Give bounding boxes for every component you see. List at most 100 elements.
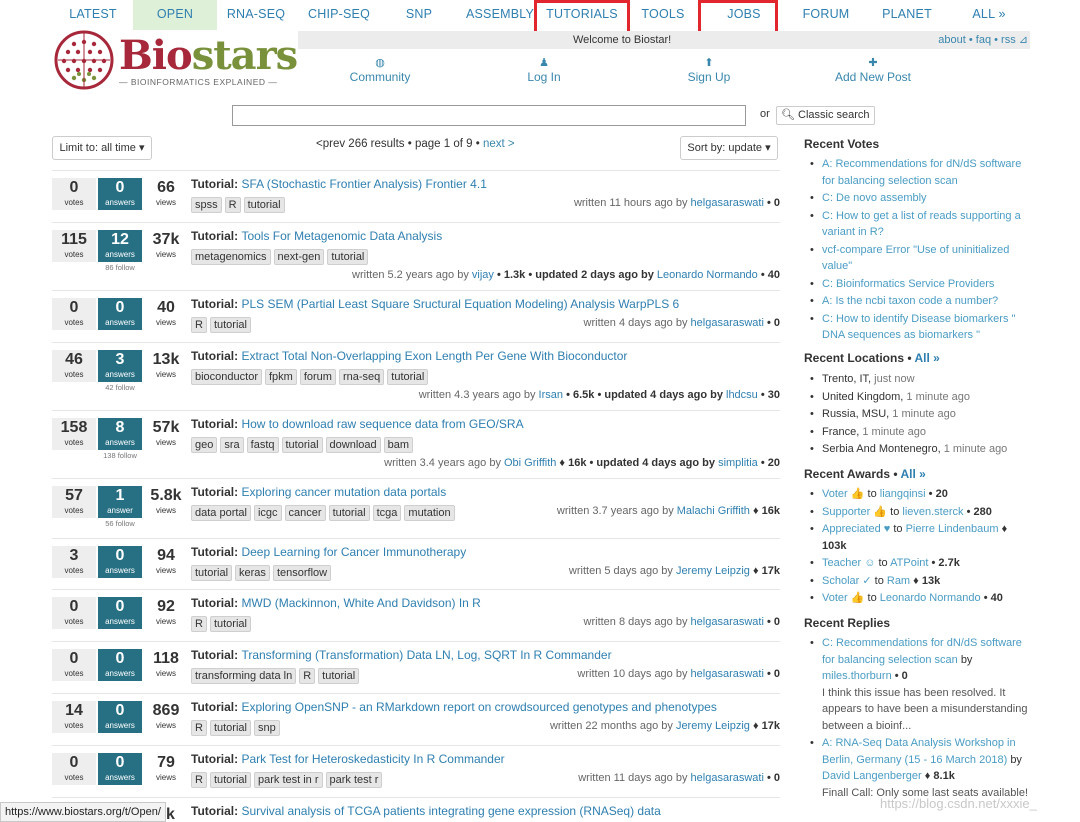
award-user-link[interactable]: liangqinsi — [880, 488, 926, 500]
tag[interactable]: park test r — [325, 772, 383, 788]
author-link[interactable]: Malachi Griffith — [677, 505, 750, 517]
tag[interactable]: tutorial — [209, 720, 251, 736]
post-title-link[interactable]: PLS SEM (Partial Least Square Sructural … — [241, 297, 679, 311]
tag[interactable]: R — [191, 720, 207, 736]
tag[interactable]: park test in r — [253, 772, 323, 788]
rss-link[interactable]: rss — [1001, 34, 1016, 46]
tag[interactable]: bam — [383, 437, 414, 453]
tag[interactable]: tensorflow — [272, 565, 332, 581]
tag[interactable]: geo — [191, 437, 218, 453]
award-user-link[interactable]: Pierre Lindenbaum — [906, 523, 999, 535]
tag[interactable]: tcga — [372, 505, 402, 521]
post-title-link[interactable]: Transforming (Transformation) Data LN, L… — [241, 648, 611, 662]
post-title-link[interactable]: MWD (Mackinnon, White And Davidson) In R — [241, 596, 480, 610]
post-title-link[interactable]: Survival analysis of TCGA patients integ… — [241, 804, 660, 818]
tag[interactable]: tutorial — [209, 317, 251, 333]
recent-vote-link[interactable]: C: De novo assembly — [822, 192, 927, 204]
add-new-post-link[interactable]: ✚ Add New Post — [823, 56, 923, 84]
login-link[interactable]: ♟ Log In — [494, 56, 594, 84]
tag[interactable]: rna-seq — [338, 369, 385, 385]
post-title-link[interactable]: Deep Learning for Cancer Immunotherapy — [241, 545, 466, 559]
tag[interactable]: bioconductor — [191, 369, 262, 385]
award-link[interactable]: Appreciated — [822, 523, 884, 535]
author-link[interactable]: Irsan — [539, 389, 563, 401]
faq-link[interactable]: faq — [976, 34, 991, 46]
nav-latest[interactable]: LATEST — [60, 0, 126, 30]
tag[interactable]: R — [191, 616, 207, 632]
biostars-logo[interactable]: Biostars — BIOINFORMATICS EXPLAINED — — [54, 28, 298, 94]
reply-user-link[interactable]: miles.thorburn — [822, 670, 892, 682]
tag[interactable]: fastq — [246, 437, 279, 453]
award-user-link[interactable]: Leonardo Normando — [880, 592, 981, 604]
author-link[interactable]: helgasaraswati — [691, 197, 764, 209]
nav-rna-seq[interactable]: RNA-SEQ — [222, 0, 290, 30]
award-link[interactable]: Voter — [822, 488, 851, 500]
tag[interactable]: R — [191, 317, 207, 333]
reply-title-link[interactable]: A: RNA-Seq Data Analysis Workshop in Ber… — [822, 737, 1016, 766]
post-title-link[interactable]: Tools For Metagenomic Data Analysis — [241, 229, 442, 243]
tag[interactable]: forum — [299, 369, 336, 385]
author-link[interactable]: vijay — [472, 269, 494, 281]
recent-vote-link[interactable]: A: Recommendations for dN/dS software fo… — [822, 158, 1021, 187]
tag[interactable]: transforming data ln — [191, 668, 297, 684]
tag[interactable]: next-gen — [273, 249, 325, 265]
pager-prev[interactable]: <prev — [316, 138, 345, 150]
tag[interactable]: tutorial — [209, 772, 251, 788]
post-title-link[interactable]: Exploring cancer mutation data portals — [241, 485, 446, 499]
recent-vote-link[interactable]: C: Bioinformatics Service Providers — [822, 278, 994, 290]
nav-planet[interactable]: PLANET — [878, 0, 936, 30]
tag[interactable]: download — [325, 437, 381, 453]
recent-vote-link[interactable]: C: How to identify Disease biomarkers " … — [822, 313, 1015, 342]
tag[interactable]: tutorial — [328, 505, 370, 521]
award-user-link[interactable]: Ram — [887, 575, 910, 587]
tag[interactable]: tutorial — [387, 369, 429, 385]
tag[interactable]: data portal — [191, 505, 251, 521]
award-user-link[interactable]: ATPoint — [890, 557, 928, 569]
post-title-link[interactable]: Extract Total Non-Overlapping Exon Lengt… — [241, 349, 627, 363]
post-title-link[interactable]: How to download raw sequence data from G… — [241, 417, 523, 431]
locations-all-link[interactable]: All » — [914, 351, 939, 365]
nav-all[interactable]: ALL » — [964, 0, 1014, 30]
tag[interactable]: tutorial — [281, 437, 323, 453]
tag[interactable]: mutation — [404, 505, 455, 521]
recent-vote-link[interactable]: vcf-compare Error "Use of uninitialized … — [822, 244, 1009, 273]
pager-next[interactable]: next > — [483, 138, 515, 150]
nav-forum[interactable]: FORUM — [797, 0, 855, 30]
author-link[interactable]: helgasaraswati — [691, 616, 764, 628]
reply-user-link[interactable]: David Langenberger — [822, 770, 922, 782]
tag[interactable]: tutorial — [318, 668, 360, 684]
author-link[interactable]: helgasaraswati — [691, 317, 764, 329]
author-link[interactable]: Jeremy Leipzig — [676, 720, 750, 732]
tag[interactable]: fpkm — [265, 369, 297, 385]
awards-all-link[interactable]: All » — [900, 467, 925, 481]
author-link[interactable]: helgasaraswati — [691, 668, 764, 680]
post-title-link[interactable]: SFA (Stochastic Frontier Analysis) Front… — [241, 177, 486, 191]
tag[interactable]: metagenomics — [191, 249, 271, 265]
tag[interactable]: tutorial — [327, 249, 369, 265]
community-link[interactable]: ◍ Community — [330, 56, 430, 84]
award-link[interactable]: Supporter — [822, 506, 873, 518]
author-link[interactable]: Obi Griffith — [504, 457, 556, 469]
recent-vote-link[interactable]: A: Is the ncbi taxon code a number? — [822, 295, 998, 307]
tag[interactable]: R — [224, 197, 241, 213]
tag[interactable]: cancer — [284, 505, 326, 521]
tag[interactable]: spss — [191, 197, 222, 213]
reply-title-link[interactable]: C: Recommendations for dN/dS software fo… — [822, 637, 1022, 666]
award-link[interactable]: Scholar — [822, 575, 862, 587]
recent-vote-link[interactable]: C: How to get a list of reads supporting… — [822, 210, 1021, 239]
post-title-link[interactable]: Exploring OpenSNP - an RMarkdown report … — [241, 700, 716, 714]
limit-dropdown[interactable]: Limit to: all time ▾ — [52, 136, 152, 160]
tag[interactable]: R — [191, 772, 207, 788]
author-link[interactable]: Jeremy Leipzig — [676, 565, 750, 577]
tag[interactable]: sra — [220, 437, 244, 453]
updater-link[interactable]: simplitia — [718, 457, 758, 469]
nav-assembly[interactable]: ASSEMBLY — [464, 0, 536, 30]
tag[interactable]: tutorial — [191, 565, 233, 581]
classic-search-button[interactable]: 🔍︎ Classic search — [776, 106, 875, 125]
tag[interactable]: tutorial — [209, 616, 251, 632]
tag[interactable]: icgc — [253, 505, 282, 521]
about-link[interactable]: about — [938, 34, 966, 46]
tag[interactable]: keras — [235, 565, 270, 581]
award-link[interactable]: Voter — [822, 592, 851, 604]
tag[interactable]: R — [299, 668, 316, 684]
